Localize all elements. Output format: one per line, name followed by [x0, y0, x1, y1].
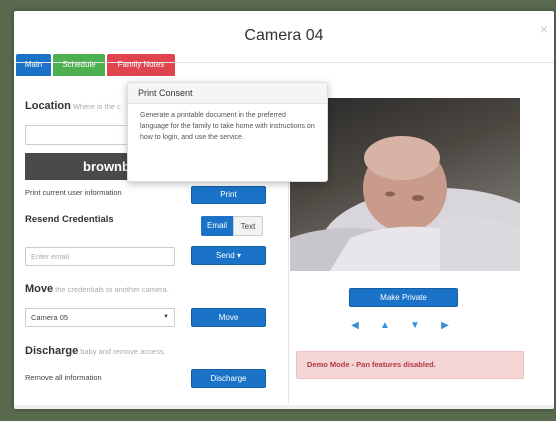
email-input[interactable]: Enter email	[25, 247, 175, 266]
print-consent-tooltip: Print Consent Generate a printable docum…	[127, 82, 328, 182]
camera-select-value: Camera 05	[31, 313, 69, 322]
tab-family-notes[interactable]: Family Notes	[107, 54, 175, 76]
resend-heading: Resend Credentials	[25, 214, 114, 225]
move-heading-text: Move	[25, 283, 54, 295]
location-subtext: Where is the c	[72, 102, 121, 111]
discharge-label: Remove all information	[25, 373, 102, 382]
toggle-email[interactable]: Email	[201, 216, 233, 236]
discharge-button[interactable]: Discharge	[191, 369, 266, 388]
location-heading-text: Location	[25, 100, 71, 112]
make-private-button[interactable]: Make Private	[349, 288, 458, 307]
print-button[interactable]: Print	[191, 186, 266, 204]
tab-divider	[14, 62, 554, 63]
tooltip-body: Generate a printable document in the pre…	[140, 112, 315, 141]
resend-method-toggle: Email Text	[201, 216, 263, 236]
modal-footer-strip	[14, 405, 554, 409]
send-button[interactable]: Send ▾	[191, 246, 266, 265]
chevron-down-icon: ▼	[163, 314, 169, 320]
arrow-left-icon[interactable]: ◀	[348, 320, 362, 331]
move-subtext: the credentials to another camera.	[55, 285, 169, 294]
discharge-heading: Discharge baby and remove access.	[25, 345, 166, 357]
tooltip-title: Print Consent	[128, 83, 327, 104]
arrow-right-icon[interactable]: ▶	[438, 320, 452, 331]
tab-bar: Main Schedule Family Notes	[16, 54, 177, 76]
pan-controls: ◀ ▲ ▼ ▶	[348, 320, 452, 331]
arrow-down-icon[interactable]: ▼	[408, 320, 422, 331]
camera-modal: Camera 04 × Main Schedule Family Notes P…	[14, 11, 554, 409]
tab-schedule[interactable]: Schedule	[53, 54, 105, 76]
modal-title: Camera 04	[244, 27, 324, 44]
location-heading: Location Where is the c	[25, 100, 121, 112]
toggle-text[interactable]: Text	[233, 216, 263, 236]
tab-main[interactable]: Main	[16, 54, 51, 76]
arrow-up-icon[interactable]: ▲	[378, 320, 392, 331]
move-heading: Move the credentials to another camera.	[25, 283, 169, 295]
close-icon[interactable]: ×	[540, 21, 548, 37]
discharge-subtext: baby and remove access.	[80, 347, 166, 356]
print-info-label: Print current user information	[25, 188, 122, 197]
move-button[interactable]: Move	[191, 308, 266, 327]
camera-select[interactable]: Camera 05 ▼	[25, 308, 175, 327]
discharge-heading-text: Discharge	[25, 345, 79, 357]
demo-mode-alert: Demo Mode - Pan features disabled.	[296, 351, 524, 379]
